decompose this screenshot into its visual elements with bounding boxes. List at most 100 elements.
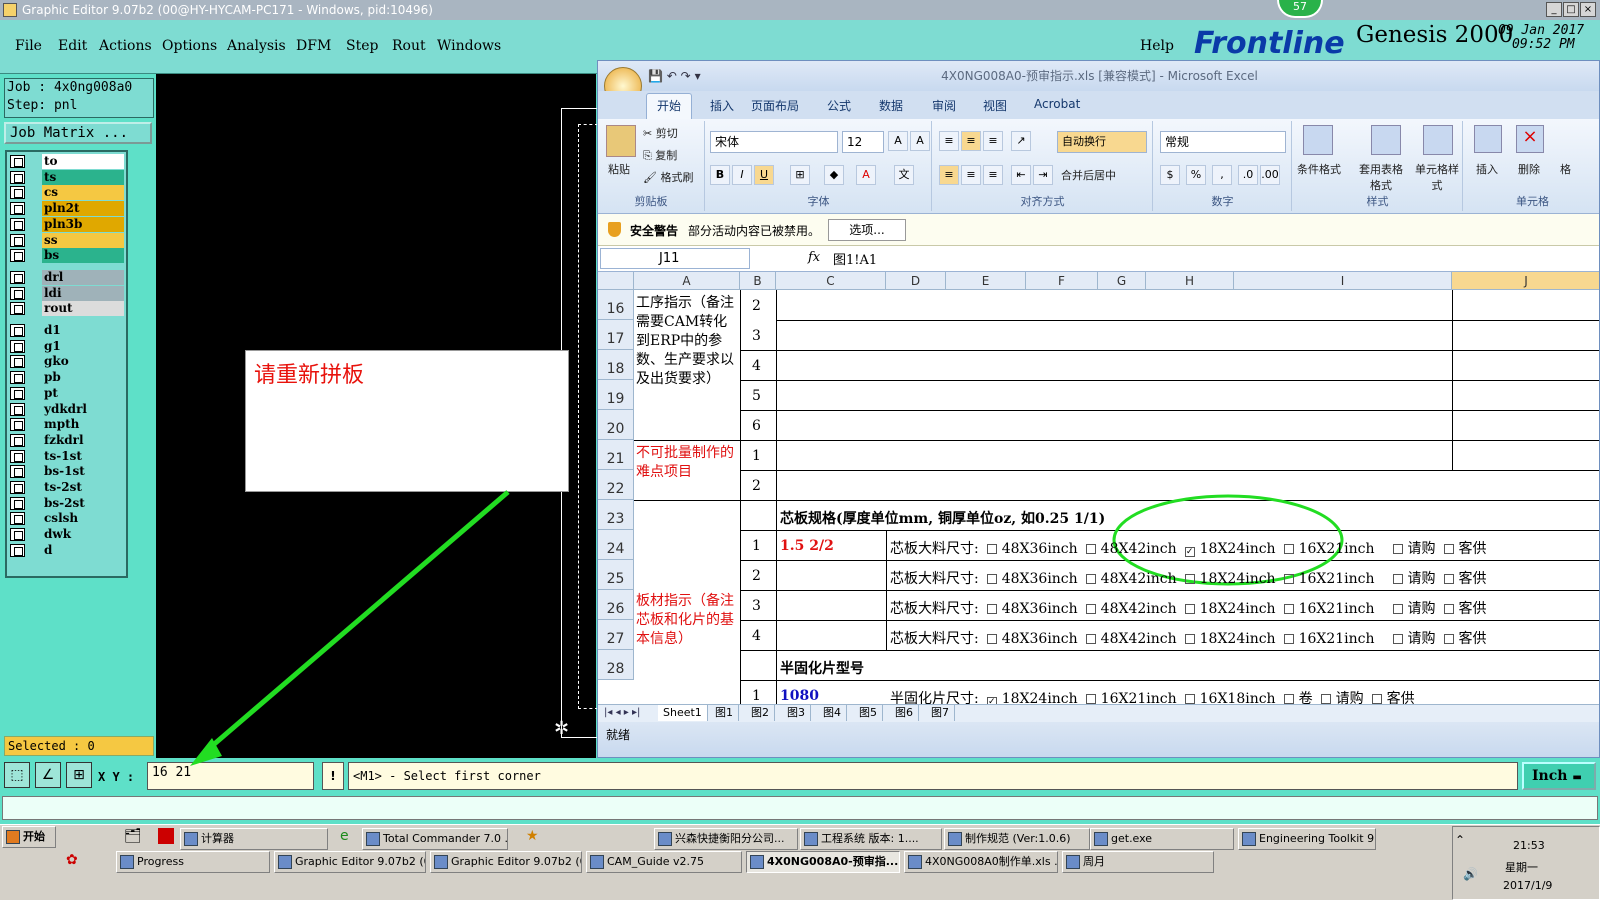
- copy-button[interactable]: ⎘ 复制: [643, 147, 677, 163]
- zoom-box-icon[interactable]: ⬚: [4, 762, 30, 788]
- menu-analysis[interactable]: Analysis: [227, 38, 286, 54]
- cell-styles-button[interactable]: 单元格样式: [1415, 161, 1459, 193]
- taskbar-item[interactable]: Graphic Editor 9.07b2 (0...: [274, 851, 426, 873]
- cell-styles-icon[interactable]: [1423, 125, 1453, 155]
- option-checkbox[interactable]: [1283, 634, 1294, 644]
- layer-row-d[interactable]: d: [10, 542, 125, 558]
- layer-checkbox[interactable]: [10, 465, 25, 479]
- layer-checkbox[interactable]: [10, 371, 25, 385]
- layer-name[interactable]: fzkdrl: [42, 432, 124, 448]
- layer-checkbox[interactable]: [10, 202, 25, 216]
- option-checkbox[interactable]: [1392, 544, 1403, 554]
- italic-icon[interactable]: I: [732, 165, 752, 185]
- option-checkbox[interactable]: [1443, 544, 1454, 554]
- layer-checkbox[interactable]: [10, 217, 25, 231]
- option-checkbox[interactable]: [1085, 544, 1096, 554]
- tab-review[interactable]: 审阅: [932, 97, 956, 114]
- layer-name[interactable]: ldi: [42, 285, 124, 301]
- name-box[interactable]: J11: [600, 248, 750, 269]
- layer-checkbox[interactable]: [10, 186, 25, 200]
- paste-button[interactable]: 粘贴: [608, 161, 630, 177]
- accounting-icon[interactable]: $: [1160, 165, 1180, 185]
- layer-checkbox[interactable]: [10, 286, 25, 300]
- layer-name[interactable]: dwk: [42, 527, 124, 543]
- paste-icon[interactable]: [606, 125, 636, 157]
- layer-row-ss[interactable]: ss: [10, 232, 125, 248]
- job-matrix-button[interactable]: Job Matrix ...: [4, 122, 152, 144]
- measure-icon[interactable]: ∠: [35, 762, 61, 788]
- option-checkbox[interactable]: [1283, 544, 1294, 554]
- security-options-button[interactable]: 选项...: [828, 219, 906, 241]
- option-checkbox[interactable]: [986, 574, 997, 584]
- layer-row-mpth[interactable]: mpth: [10, 417, 125, 433]
- tray-expand-icon[interactable]: ⌃: [1455, 833, 1465, 847]
- tab-view[interactable]: 视图: [983, 97, 1007, 114]
- taskbar-item[interactable]: 4X0NG008A0-预审指...: [746, 851, 900, 873]
- wrap-text-button[interactable]: 自动换行: [1057, 131, 1147, 153]
- layer-checkbox[interactable]: [10, 339, 25, 353]
- taskbar-item[interactable]: 制作规范 (Ver:1.0.6): [944, 828, 1090, 850]
- align-bottom-icon[interactable]: ≡: [983, 131, 1003, 151]
- layer-row-dwk[interactable]: dwk: [10, 527, 125, 543]
- menu-windows[interactable]: Windows: [437, 38, 501, 54]
- close-button[interactable]: ×: [1580, 2, 1596, 17]
- layer-name[interactable]: g1: [42, 338, 124, 354]
- sheet-tab[interactable]: 图5: [854, 705, 883, 721]
- layer-name[interactable]: to: [42, 154, 124, 169]
- layer-name[interactable]: ts-2st: [42, 480, 124, 495]
- option-checkbox[interactable]: [1443, 574, 1454, 584]
- grow-font-icon[interactable]: A: [888, 131, 908, 151]
- option-checkbox[interactable]: [1392, 604, 1403, 614]
- layer-row-to[interactable]: to: [10, 154, 125, 169]
- layer-checkbox[interactable]: [10, 386, 25, 400]
- fx-icon[interactable]: fx: [808, 250, 820, 265]
- insert-cells-icon[interactable]: [1474, 125, 1502, 153]
- layer-row-drl[interactable]: drl: [10, 269, 125, 285]
- taskbar-item[interactable]: 周月: [1062, 851, 1214, 873]
- layer-name[interactable]: bs-2st: [42, 495, 124, 511]
- layer-name[interactable]: ydkdrl: [42, 401, 124, 417]
- menu-edit[interactable]: Edit: [58, 38, 87, 54]
- layer-checkbox[interactable]: [10, 233, 25, 247]
- unit-selector[interactable]: Inch ▬: [1522, 762, 1596, 790]
- tab-home[interactable]: 开始: [646, 93, 692, 119]
- menu-step[interactable]: Step: [346, 38, 378, 54]
- minimize-button[interactable]: _: [1546, 2, 1562, 17]
- align-top-icon[interactable]: ≡: [939, 131, 959, 151]
- format-table-icon[interactable]: [1371, 125, 1401, 155]
- sheet-tab[interactable]: Sheet1: [658, 705, 708, 721]
- pdf-icon[interactable]: [158, 828, 174, 844]
- layer-name[interactable]: drl: [42, 269, 124, 285]
- layer-row-ydkdrl[interactable]: ydkdrl: [10, 401, 125, 417]
- bold-icon[interactable]: B: [710, 165, 730, 185]
- taskbar-item[interactable]: Total Commander 7.0 ...: [362, 828, 508, 850]
- layer-name[interactable]: rout: [42, 301, 124, 317]
- option-checkbox[interactable]: [1443, 604, 1454, 614]
- layer-checkbox[interactable]: [10, 418, 25, 432]
- align-middle-icon[interactable]: ≡: [961, 131, 981, 151]
- layer-row-cs[interactable]: cs: [10, 185, 125, 201]
- layer-name[interactable]: pln3b: [42, 216, 124, 232]
- redo-icon[interactable]: ↷: [681, 69, 691, 83]
- xy-input[interactable]: 16 21: [147, 762, 314, 790]
- layer-checkbox[interactable]: [10, 543, 25, 557]
- layer-name[interactable]: d1: [42, 323, 124, 338]
- clock-time[interactable]: 21:53: [1513, 839, 1545, 852]
- layer-row-ts-1st[interactable]: ts-1st: [10, 448, 125, 464]
- menu-dfm[interactable]: DFM: [296, 38, 331, 54]
- align-center-icon[interactable]: ≡: [961, 165, 981, 185]
- delete-cells-icon[interactable]: ×: [1516, 125, 1544, 153]
- layer-checkbox[interactable]: [10, 155, 25, 168]
- taskbar-item[interactable]: 工程系统 版本: 1....: [800, 828, 942, 850]
- layer-name[interactable]: ts: [42, 169, 124, 185]
- quicklaunch-icon[interactable]: 🗂: [124, 828, 142, 844]
- layer-name[interactable]: ss: [42, 232, 124, 248]
- format-cells-button[interactable]: 格: [1560, 161, 1571, 177]
- layer-row-pt[interactable]: pt: [10, 385, 125, 401]
- shrink-font-icon[interactable]: A: [910, 131, 930, 151]
- layer-checkbox[interactable]: [10, 433, 25, 447]
- layer-row-bs-1st[interactable]: bs-1st: [10, 464, 125, 480]
- merge-center-button[interactable]: 合并后居中: [1061, 167, 1116, 183]
- sheet-tab[interactable]: 图6: [890, 705, 919, 721]
- taskbar-item[interactable]: Graphic Editor 9.07b2 (0...: [430, 851, 582, 873]
